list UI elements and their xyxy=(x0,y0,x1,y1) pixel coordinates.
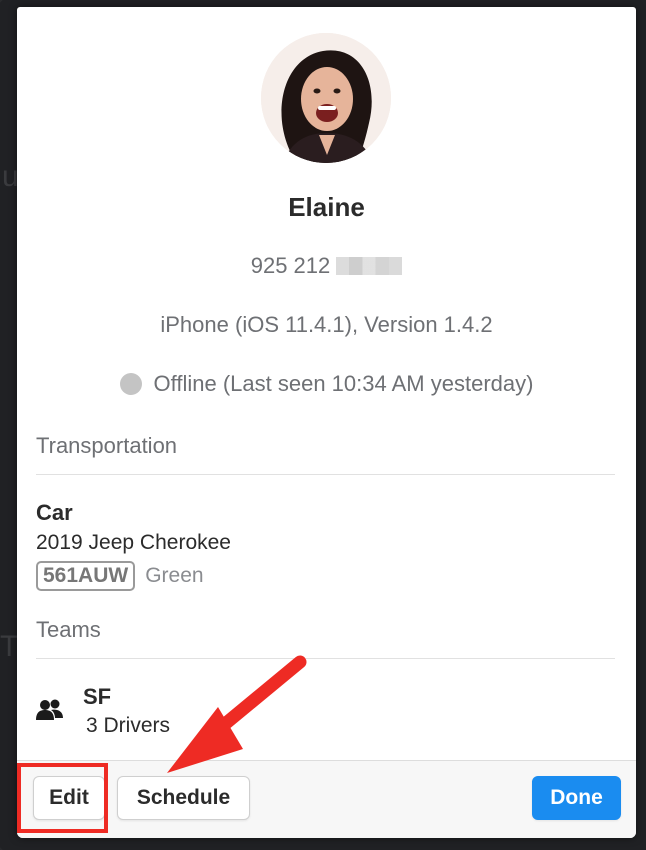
team-name[interactable]: SF xyxy=(83,684,111,710)
map-label-fragment: T xyxy=(0,630,19,663)
divider xyxy=(36,658,615,659)
schedule-button[interactable]: Schedule xyxy=(117,776,250,820)
avatar-photo xyxy=(261,33,391,163)
divider xyxy=(36,474,615,475)
edit-button[interactable]: Edit xyxy=(33,776,105,820)
phone-number: 925 212 xyxy=(250,253,331,278)
done-button[interactable]: Done xyxy=(532,776,621,820)
device-info: iPhone (iOS 11.4.1), Version 1.4.2 xyxy=(160,312,493,337)
driver-details-modal: Elaine 925 212 iPhone (iOS 11.4.1), Vers… xyxy=(17,7,636,838)
license-plate: 561AUW xyxy=(36,561,136,591)
driver-avatar xyxy=(261,33,391,163)
driver-phone: 925 212 xyxy=(17,253,636,279)
vehicle-plate-row: 561AUW Green xyxy=(36,561,204,591)
vehicle-model: 2019 Jeep Cherokee xyxy=(36,531,231,554)
driver-name: Elaine xyxy=(288,192,365,222)
status-dot-icon xyxy=(119,373,142,395)
vehicle-type: Car xyxy=(36,500,73,525)
status-text: Offline (Last seen 10:34 AM yesterday) xyxy=(153,371,534,396)
people-icon xyxy=(36,698,64,722)
transportation-section-title: Transportation xyxy=(36,433,178,458)
modal-footer: Edit Schedule Done xyxy=(17,760,636,838)
phone-redaction xyxy=(336,257,403,275)
teams-section-title: Teams xyxy=(36,617,101,642)
vehicle-color: Green xyxy=(145,564,204,587)
online-status: Offline (Last seen 10:34 AM yesterday) xyxy=(17,371,636,397)
team-driver-count: 3 Drivers xyxy=(86,714,171,737)
